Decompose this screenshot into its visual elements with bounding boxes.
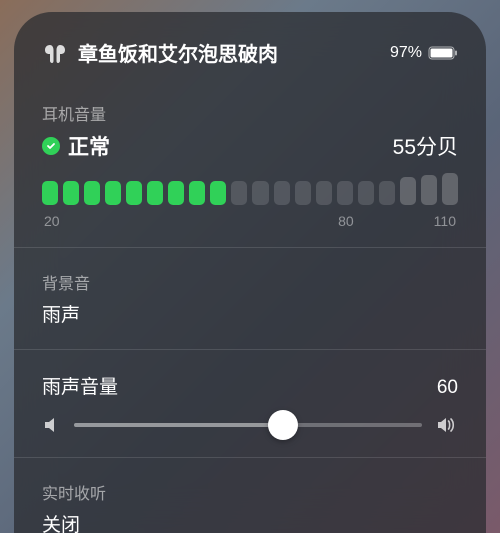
header-left: 章鱼饭和艾尔泡思破肉 — [42, 38, 278, 67]
divider — [14, 457, 486, 458]
rain-volume-section: 雨声音量 60 — [42, 372, 458, 435]
divider — [14, 247, 486, 248]
meter-segment — [358, 181, 374, 205]
meter-segment — [400, 177, 416, 205]
meter-segment — [105, 181, 121, 205]
status-left: 正常 — [42, 131, 110, 161]
meter-segment — [147, 181, 163, 205]
battery-percent: 97% — [390, 44, 422, 62]
header: 章鱼饭和艾尔泡思破肉 97% — [42, 38, 458, 67]
scale-mid: 80 — [338, 213, 354, 229]
meter-segment — [421, 175, 437, 205]
speaker-high-icon — [434, 415, 458, 435]
decibel-value: 55分贝 — [393, 131, 458, 161]
meter-segment — [252, 181, 268, 205]
slider-thumb[interactable] — [268, 410, 298, 440]
meter-segment — [42, 181, 58, 205]
background-sound-title: 背景音 — [42, 270, 458, 294]
slider-header: 雨声音量 60 — [42, 372, 458, 399]
meter-scale: 20 80 110 — [42, 213, 458, 229]
meter-segment — [189, 181, 205, 205]
rain-volume-label: 雨声音量 — [42, 372, 118, 399]
background-sound-section[interactable]: 背景音 雨声 — [42, 270, 458, 327]
headphone-volume-status-row: 正常 55分贝 — [42, 131, 458, 161]
live-listen-title: 实时收听 — [42, 480, 458, 504]
divider — [14, 349, 486, 350]
headphone-volume-title: 耳机音量 — [42, 101, 458, 125]
meter-segment — [379, 181, 395, 205]
scale-min: 20 — [44, 213, 60, 229]
meter-segment — [442, 173, 458, 205]
background-sound-value: 雨声 — [42, 300, 458, 327]
checkmark-icon — [42, 137, 60, 155]
slider-row — [42, 415, 458, 435]
battery-status: 97% — [390, 44, 458, 62]
hearing-control-panel: 章鱼饭和艾尔泡思破肉 97% 耳机音量 正常 55分贝 20 80 — [14, 12, 486, 533]
decibel-meter — [42, 173, 458, 205]
meter-segment — [168, 181, 184, 205]
headphone-volume-section: 耳机音量 正常 55分贝 20 80 110 — [42, 101, 458, 229]
device-name: 章鱼饭和艾尔泡思破肉 — [78, 38, 278, 67]
meter-segment — [316, 181, 332, 205]
slider-fill — [74, 423, 283, 427]
meter-segment — [210, 181, 226, 205]
battery-icon — [428, 46, 458, 60]
meter-segment — [337, 181, 353, 205]
speaker-low-icon — [42, 415, 62, 435]
meter-segment — [63, 181, 79, 205]
airpods-pro-icon — [42, 42, 68, 64]
scale-max: 110 — [434, 213, 456, 229]
meter-segment — [295, 181, 311, 205]
volume-slider[interactable] — [74, 423, 422, 427]
meter-segment — [84, 181, 100, 205]
live-listen-section[interactable]: 实时收听 关闭 — [42, 480, 458, 533]
rain-volume-value: 60 — [437, 377, 458, 399]
live-listen-value: 关闭 — [42, 510, 458, 533]
volume-status: 正常 — [68, 131, 110, 161]
meter-segment — [274, 181, 290, 205]
meter-segment — [126, 181, 142, 205]
meter-segment — [231, 181, 247, 205]
